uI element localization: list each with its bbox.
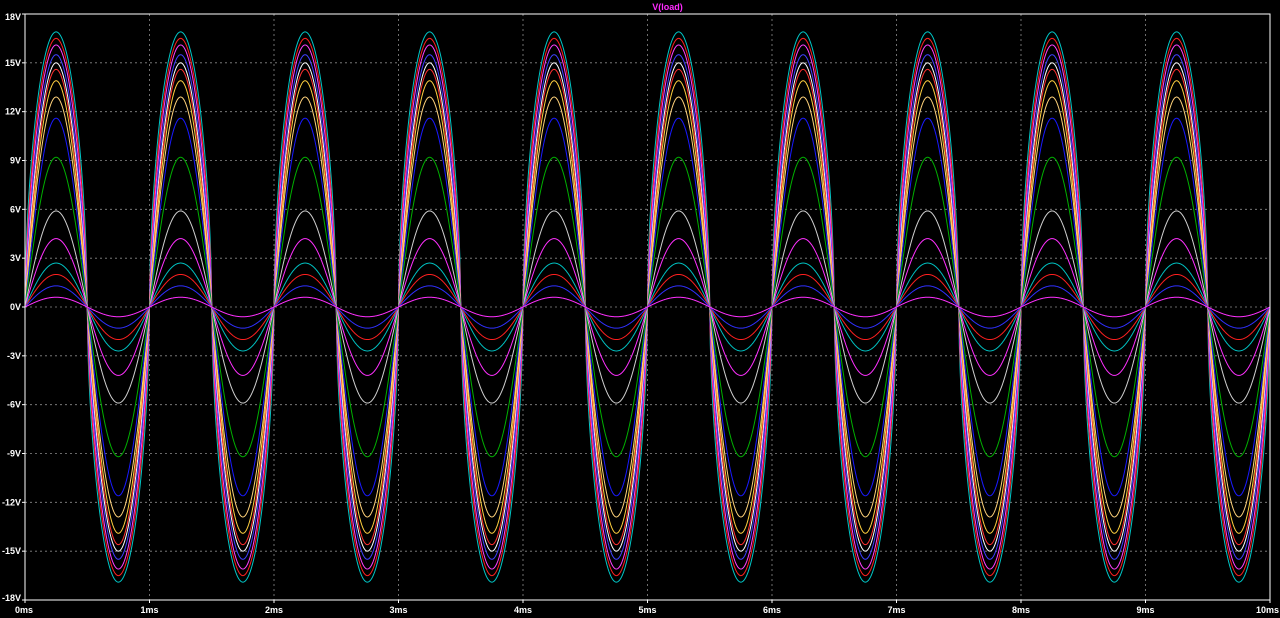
- y-tick-label: 9V: [10, 156, 21, 166]
- x-tick-label: 2ms: [265, 605, 283, 615]
- y-tick-label: 18V: [5, 12, 21, 22]
- y-tick-label: -15V: [2, 546, 21, 556]
- x-tick-label: 5ms: [638, 605, 656, 615]
- x-tick-label: 7ms: [887, 605, 905, 615]
- y-tick-label: 6V: [10, 204, 21, 214]
- y-axis-ticks: 18V 15V 12V 9V 6V 3V 0V -3V -6V -9V -12V -15V -18V: [2, 12, 25, 603]
- y-tick-label: -6V: [7, 400, 21, 410]
- x-tick-label: 8ms: [1012, 605, 1030, 615]
- y-tick-label: 0V: [10, 302, 21, 312]
- y-tick-label: 12V: [5, 107, 21, 117]
- y-tick-label: -9V: [7, 449, 21, 459]
- x-tick-label: 6ms: [763, 605, 781, 615]
- x-tick-label: 10ms: [1256, 605, 1279, 615]
- plot-title: V(load): [652, 2, 683, 12]
- x-axis-ticks: 0ms 1ms 2ms 3ms 4ms 5ms 6ms 7ms 8ms 9ms 10ms: [15, 600, 1279, 615]
- x-tick-label: 3ms: [389, 605, 407, 615]
- x-tick-label: 0ms: [15, 605, 33, 615]
- x-tick-label: 1ms: [140, 605, 158, 615]
- waveform-plot: 0ms 1ms 2ms 3ms 4ms 5ms 6ms 7ms 8ms 9ms 10ms 18V 15…: [2, 2, 1279, 615]
- y-tick-label: -18V: [2, 593, 21, 603]
- y-tick-label: 3V: [10, 253, 21, 263]
- x-tick-label: 4ms: [514, 605, 532, 615]
- x-tick-label: 9ms: [1136, 605, 1154, 615]
- y-tick-label: -12V: [2, 497, 21, 507]
- y-tick-label: -3V: [7, 351, 21, 361]
- y-tick-label: 15V: [5, 58, 21, 68]
